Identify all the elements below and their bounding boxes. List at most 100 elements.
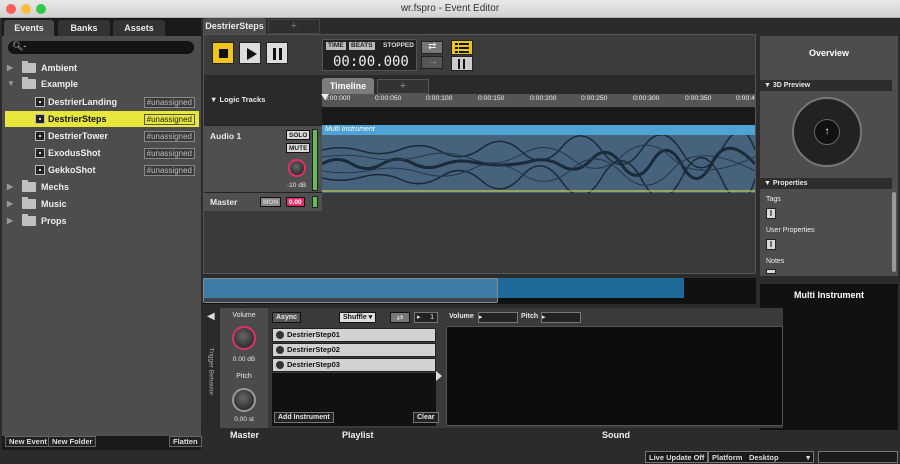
new-folder-button[interactable]: New Folder [48, 436, 97, 447]
live-update-button[interactable]: Live Update Off [645, 451, 709, 463]
playlist-mode-select[interactable]: Shuffle ▾ [339, 312, 377, 323]
play-icon [247, 48, 257, 60]
master-volume-field[interactable]: 0.00 [286, 197, 305, 207]
overview-viewport-handle[interactable] [203, 278, 498, 303]
async-button[interactable]: Async [272, 312, 302, 323]
add-event-tab-button[interactable]: + [268, 19, 320, 34]
expand-arrow-icon[interactable]: ▶ [7, 179, 13, 195]
timeline-overview-strip[interactable] [203, 278, 756, 304]
pause-button[interactable] [266, 42, 288, 64]
time-display: TIME BEATS STOPPED 00:00.000 [322, 39, 417, 71]
tree-folder-props[interactable]: ▶ Props [2, 213, 201, 229]
trigger-behavior-toggle[interactable]: ◀ Trigger Behavior [203, 308, 220, 428]
folder-icon [22, 214, 36, 226]
monitor-button[interactable]: MON [260, 197, 282, 207]
properties-section-header[interactable]: ▼ Properties [760, 178, 892, 189]
play-count-field[interactable]: ▸ 1 [414, 312, 438, 323]
time-mode-button[interactable]: TIME [326, 42, 346, 50]
search-icon: 🔍︎- [12, 41, 27, 51]
tab-banks[interactable]: Banks [58, 20, 110, 36]
expand-arrow-icon[interactable]: ▶ [7, 213, 13, 229]
tree-folder-music[interactable]: ▶ Music [2, 196, 201, 212]
collapse-left-icon[interactable]: ◀ [207, 311, 215, 322]
tree-event-gekkoshot[interactable]: GekkoShot #unassigned [2, 162, 199, 178]
playhead-marker-icon[interactable] [321, 94, 329, 100]
timeline-ruler[interactable]: 0:00:000 0:00:050 0:00:100 0:00:150 0:00… [322, 94, 755, 107]
new-event-button[interactable]: New Event [5, 436, 51, 447]
3d-preview-pad[interactable]: ↑ [792, 97, 862, 167]
deck-panel: ◀ Trigger Behavior Volume 0.00 dB Pitch … [203, 308, 783, 428]
tree-event-destrierlanding[interactable]: DestrierLanding #unassigned [2, 94, 199, 110]
preview-section-header[interactable]: ▼ 3D Preview [760, 80, 892, 91]
instrument-title: Multi Instrument [794, 290, 864, 300]
user-properties-edit-icon[interactable]: I [766, 239, 776, 250]
tracks-view-button[interactable] [451, 40, 473, 55]
sound-section-label: Sound [602, 430, 630, 440]
tree-event-exodusshot[interactable]: ExodusShot #unassigned [2, 145, 199, 161]
window-title: wr.fspro - Event Editor [400, 3, 500, 14]
master-track-name: Master [210, 197, 238, 207]
status-field[interactable] [818, 451, 898, 463]
event-tab[interactable]: DestrierSteps [203, 18, 266, 34]
master-pitch-knob[interactable] [232, 388, 256, 412]
arrow-icon: ▸ [417, 314, 421, 321]
search-input[interactable]: 🔍︎- [8, 41, 194, 54]
playlist-item[interactable]: DestrierStep03 [272, 358, 436, 372]
properties-scrollbar[interactable] [892, 192, 896, 272]
tree-folder-example[interactable]: ▼ Example [2, 76, 201, 92]
logic-tracks-toggle[interactable]: ▼ Logic Tracks [210, 95, 265, 104]
add-parameter-tab-button[interactable]: + [377, 79, 429, 94]
tree-folder-mechs[interactable]: ▶ Mechs [2, 179, 201, 195]
collapse-arrow-icon[interactable]: ▼ [7, 76, 15, 92]
transport-state: STOPPED [383, 42, 414, 49]
logic-track-lane[interactable] [322, 107, 755, 125]
mute-button[interactable]: MUTE [286, 143, 311, 153]
expand-arrow-icon[interactable]: ▶ [7, 196, 13, 212]
loop-playlist-button[interactable]: ⇄ [390, 312, 410, 323]
region-title: Multi Instrument [322, 125, 755, 135]
expand-arrow-icon[interactable]: ▶ [7, 60, 13, 76]
tab-timeline[interactable]: Timeline [322, 78, 374, 94]
tree-event-destriertower[interactable]: DestrierTower #unassigned [2, 128, 199, 144]
follow-button[interactable]: → [421, 56, 443, 69]
sound-volume-label: Volume [449, 313, 474, 320]
add-instrument-button[interactable]: Add Instrument [274, 412, 334, 423]
tab-events[interactable]: Events [4, 20, 54, 36]
deck-icon [458, 59, 465, 69]
stop-icon [219, 49, 228, 58]
tree-folder-ambient[interactable]: ▶ Ambient [2, 60, 201, 76]
sound-file-icon [276, 346, 284, 354]
audio-track-header[interactable]: Audio 1 SOLO MUTE -10 dB [204, 125, 322, 193]
beats-mode-button[interactable]: BEATS [349, 42, 375, 50]
deck-view-button[interactable] [451, 56, 473, 71]
listener-icon[interactable]: ↑ [814, 119, 840, 145]
master-volume-knob[interactable] [232, 326, 256, 350]
ruler-tick: 0:00:250 [581, 95, 608, 102]
event-icon [35, 131, 45, 141]
platform-select[interactable]: Platform Desktop ▾ [708, 451, 814, 463]
instrument-region[interactable]: Multi Instrument [322, 125, 755, 193]
sound-volume-field[interactable]: ▸ [478, 312, 518, 323]
master-track-header[interactable]: Master MON 0.00 [204, 193, 322, 211]
playlist-item[interactable]: DestrierStep02 [272, 343, 436, 357]
folder-icon [22, 180, 36, 192]
clear-button[interactable]: Clear [413, 412, 439, 423]
tree-event-destriersteps[interactable]: DestrierSteps #unassigned [5, 111, 199, 127]
user-properties-label: User Properties [766, 227, 815, 234]
playlist-item[interactable]: DestrierStep01 [272, 328, 436, 342]
loop-button[interactable]: ⇄ [421, 41, 443, 54]
solo-button[interactable]: SOLO [286, 130, 311, 140]
master-meter [312, 196, 318, 208]
tags-edit-icon[interactable]: I [766, 208, 776, 219]
stop-button[interactable] [212, 42, 234, 64]
notes-edit-icon[interactable] [766, 269, 776, 274]
flatten-button[interactable]: Flatten [169, 436, 202, 447]
play-button[interactable] [239, 42, 261, 64]
track-volume-knob[interactable] [288, 159, 306, 177]
sound-pitch-field[interactable]: ▸ [541, 312, 581, 323]
master-track-lane[interactable] [322, 193, 755, 211]
title-bar: wr.fspro - Event Editor [0, 0, 900, 18]
tab-assets[interactable]: Assets [113, 20, 165, 36]
ruler-tick: 0:00:300 [633, 95, 660, 102]
tracks-empty-area [204, 211, 755, 273]
